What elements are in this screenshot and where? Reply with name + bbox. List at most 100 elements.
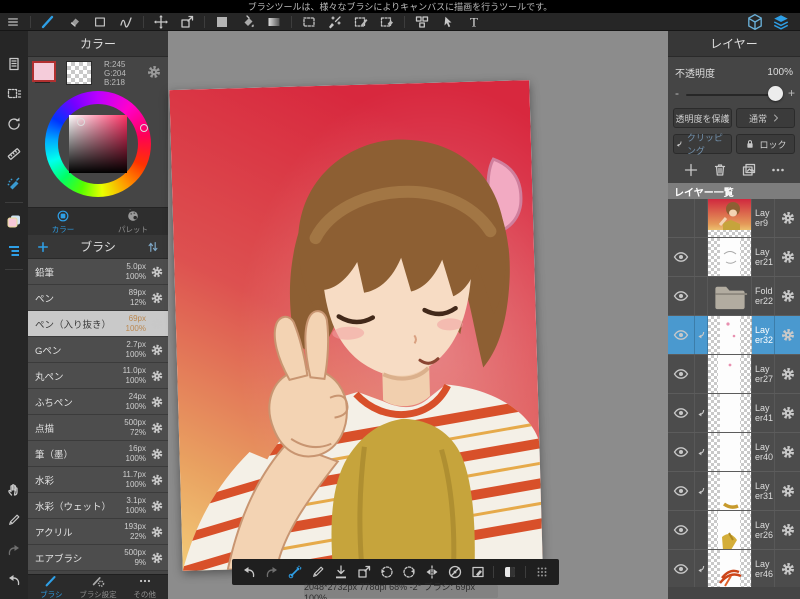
duplicate-layer-icon[interactable] (741, 162, 757, 178)
tab-brush-settings[interactable]: ブラシ設定 (75, 575, 122, 599)
sort-brushes-icon[interactable] (146, 240, 160, 254)
select-eraser-button[interactable] (374, 13, 400, 31)
select-pen-button[interactable] (348, 13, 374, 31)
brush-item-selected[interactable]: ペン（入り抜き） 69px 100% (28, 311, 168, 337)
visibility-cell[interactable] (668, 511, 695, 549)
brush-settings-gear-icon[interactable] (150, 343, 164, 357)
brush-item[interactable]: 筆（墨） 16px 100% (28, 441, 168, 467)
brush-settings-gear-icon[interactable] (150, 369, 164, 383)
brush-item[interactable]: ペン 89px 12% (28, 285, 168, 311)
tab-brush[interactable]: ブラシ (28, 575, 75, 599)
foreground-color-button[interactable] (209, 13, 235, 31)
brush-settings-gear-icon[interactable] (150, 551, 164, 565)
hue-cursor[interactable] (140, 124, 148, 132)
layer-row[interactable]: Layer9 (668, 199, 800, 238)
brush-settings-gear-icon[interactable] (150, 317, 164, 331)
brush-settings-gear-icon[interactable] (150, 447, 164, 461)
more-layer-options-icon[interactable] (770, 162, 786, 178)
smudge-tool-button[interactable] (113, 13, 139, 31)
magic-wand-button[interactable] (322, 13, 348, 31)
brush-item[interactable]: 丸ペン 11.0px 100% (28, 363, 168, 389)
object-select-button[interactable] (435, 13, 461, 31)
bucket-tool-button[interactable] (235, 13, 261, 31)
select-tool-button[interactable] (296, 13, 322, 31)
invert-view-button[interactable] (498, 560, 521, 584)
opacity-plus[interactable]: + (788, 86, 795, 100)
color-wheel[interactable] (28, 91, 168, 207)
shape-tool-button[interactable] (87, 13, 113, 31)
layer-row[interactable]: Layer26 (668, 511, 800, 550)
reset-view-button[interactable] (0, 109, 28, 139)
layer-settings-gear-icon[interactable] (780, 405, 796, 421)
delete-layer-icon[interactable] (712, 162, 728, 178)
add-brush-icon[interactable] (36, 240, 50, 254)
primary-color-swatch[interactable] (32, 61, 56, 82)
layer-row[interactable]: Layer41 (668, 394, 800, 433)
pen-cursor-button[interactable] (0, 505, 28, 535)
layer-row[interactable]: Layer27 (668, 355, 800, 394)
brush-settings-gear-icon[interactable] (150, 499, 164, 513)
slider-knob[interactable] (768, 86, 783, 101)
layer-settings-gear-icon[interactable] (780, 366, 796, 382)
layer-settings-gear-icon[interactable] (780, 483, 796, 499)
brush-item[interactable]: 水彩 11.7px 100% (28, 467, 168, 493)
layer-row[interactable]: Layer31 (668, 472, 800, 511)
select-list-button[interactable] (0, 79, 28, 109)
transparent-color-swatch[interactable] (66, 61, 92, 85)
visibility-cell[interactable] (668, 433, 695, 471)
ruler-button[interactable] (0, 139, 28, 169)
canvas-artwork[interactable] (169, 80, 543, 571)
split-view-button[interactable] (409, 13, 435, 31)
redo-button[interactable] (261, 560, 284, 584)
eraser-tool-button[interactable] (61, 13, 87, 31)
visibility-cell[interactable] (668, 355, 695, 393)
visibility-cell[interactable] (668, 550, 695, 587)
layer-row[interactable]: Layer40 (668, 433, 800, 472)
brush-item[interactable]: 点描 500px 72% (28, 415, 168, 441)
brush-item[interactable]: Gペン 2.7px 100% (28, 337, 168, 363)
menu-button[interactable] (0, 13, 26, 31)
layer-settings-gear-icon[interactable] (780, 561, 796, 577)
undo-button[interactable] (238, 560, 261, 584)
brush-tool-button[interactable] (35, 13, 61, 31)
pages-button[interactable] (0, 49, 28, 79)
asset-list-button[interactable] (0, 236, 28, 266)
brush-settings-gear-icon[interactable] (150, 395, 164, 409)
clipping-button[interactable]: クリッピング (673, 133, 732, 156)
tab-palette[interactable]: パレット (98, 208, 168, 235)
visibility-cell[interactable] (668, 238, 695, 276)
brush-settings-gear-icon[interactable] (150, 265, 164, 279)
layer-settings-gear-icon[interactable] (780, 210, 796, 226)
lock-button[interactable]: ロック (736, 134, 795, 154)
brush-settings-gear-icon[interactable] (150, 473, 164, 487)
layer-settings-gear-icon[interactable] (780, 288, 796, 304)
tab-other[interactable]: その他 (121, 575, 168, 599)
material-spray-button[interactable] (0, 169, 28, 199)
visibility-cell[interactable] (668, 199, 695, 237)
layer-settings-gear-icon[interactable] (780, 444, 796, 460)
hand-tool-button[interactable] (0, 475, 28, 505)
layer-row[interactable]: Layer21 (668, 238, 800, 277)
text-tool-button[interactable]: T (461, 13, 487, 31)
brush-settings-gear-icon[interactable] (150, 525, 164, 539)
tab-color[interactable]: カラー (28, 208, 98, 235)
protect-alpha-button[interactable]: 透明度を保護 (673, 108, 732, 128)
transform-tool-button[interactable] (174, 13, 200, 31)
visibility-cell[interactable] (668, 316, 695, 354)
layers-panel-button[interactable] (768, 13, 794, 31)
swatches-button[interactable] (0, 206, 28, 236)
grid-handle[interactable] (530, 560, 553, 584)
brush-item[interactable]: 水彩（ウェット） 3.1px 100% (28, 493, 168, 519)
gradient-tool-button[interactable] (261, 13, 287, 31)
add-layer-icon[interactable] (683, 162, 699, 178)
opacity-minus[interactable]: - (675, 86, 679, 100)
layer-settings-gear-icon[interactable] (780, 522, 796, 538)
layer-row-selected[interactable]: Layer32 (668, 316, 800, 355)
brush-item[interactable]: ふちペン 24px 100% (28, 389, 168, 415)
brush-settings-gear-icon[interactable] (150, 291, 164, 305)
layer-settings-gear-icon[interactable] (780, 327, 796, 343)
visibility-cell[interactable] (668, 277, 695, 315)
material-3d-button[interactable] (742, 13, 768, 31)
blend-mode-button[interactable]: 通常 (736, 108, 795, 128)
visibility-cell[interactable] (668, 394, 695, 432)
